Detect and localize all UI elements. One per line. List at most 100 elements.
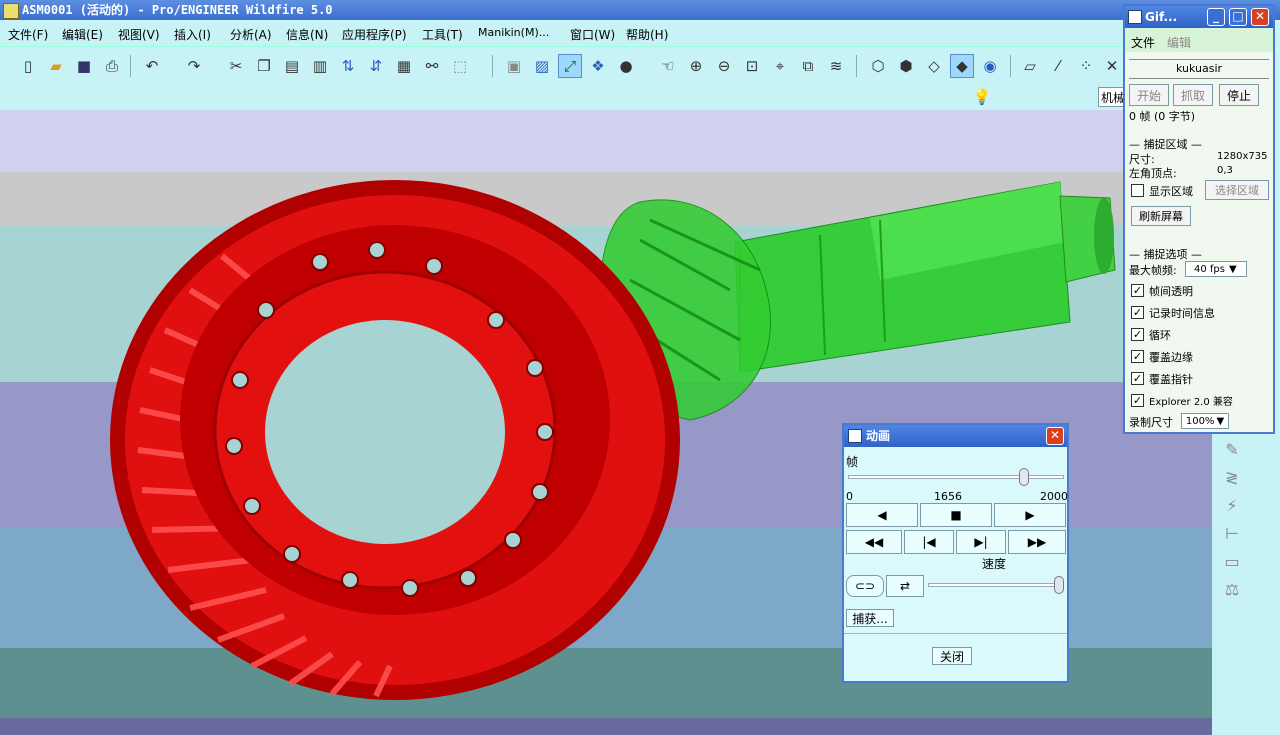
option-checkbox-2[interactable]: ✓	[1131, 328, 1144, 341]
show-area-checkbox[interactable]	[1131, 184, 1144, 197]
menu-edit[interactable]: 编辑(E)	[62, 26, 103, 43]
saved-views-icon[interactable]: ❖	[586, 54, 610, 78]
minimize-icon[interactable]: _	[1207, 8, 1225, 26]
datum-point-icon[interactable]: ⁘	[1074, 54, 1098, 78]
fast-forward-button[interactable]: ▶▶	[1008, 530, 1066, 554]
app-icon	[3, 3, 19, 19]
loop-mode-button[interactable]: ⊂⊃	[846, 575, 884, 597]
menu-file[interactable]: 文件(F)	[8, 26, 48, 43]
maximize-icon[interactable]: □	[1229, 8, 1247, 26]
play-backward-button[interactable]: ◀	[846, 503, 918, 527]
zoom-in-icon[interactable]: ⊕	[684, 54, 708, 78]
spring-icon[interactable]: ≷	[1220, 468, 1244, 492]
gif-menu-file[interactable]: 文件	[1131, 34, 1155, 51]
frame-max-label: 2000	[1040, 490, 1068, 503]
no-hidden-icon[interactable]: ◇	[922, 54, 946, 78]
record-size-select[interactable]: 100% ▼	[1181, 413, 1229, 429]
option-checkbox-4[interactable]: ✓	[1131, 372, 1144, 385]
paste-special-icon[interactable]: ▥	[308, 54, 332, 78]
named-views-icon[interactable]: ⧉	[796, 54, 820, 78]
cut-icon[interactable]: ✂	[224, 54, 248, 78]
menu-manikin[interactable]: Manikin(M)...	[478, 26, 549, 39]
motor-icon[interactable]: ⚡	[1220, 496, 1244, 520]
stop-button[interactable]: ■	[920, 503, 992, 527]
option-checkbox-0[interactable]: ✓	[1131, 284, 1144, 297]
datum-axis-icon[interactable]: ⁄	[1046, 54, 1070, 78]
menu-insert[interactable]: 插入(I)	[174, 26, 211, 43]
divider	[844, 633, 1067, 634]
sketch-icon[interactable]: ▨	[530, 54, 554, 78]
new-file-icon[interactable]: ▯	[16, 54, 40, 78]
gif-close-icon[interactable]: ✕	[1251, 8, 1269, 26]
option-label-0: 帧间透明	[1149, 285, 1193, 298]
paste-icon[interactable]: ▤	[280, 54, 304, 78]
capture-area-title-text: 捕捉区域	[1143, 138, 1188, 151]
undo-icon[interactable]: ↶	[140, 54, 164, 78]
copy-icon[interactable]: ❐	[252, 54, 276, 78]
pattern-icon[interactable]: ▦	[392, 54, 416, 78]
option-checkbox-3[interactable]: ✓	[1131, 350, 1144, 363]
option-checkbox-5[interactable]: ✓	[1131, 394, 1144, 407]
origin-value: 0,3	[1217, 165, 1233, 176]
max-fps-select[interactable]: 40 fps ▼	[1185, 261, 1247, 277]
menu-tools[interactable]: 工具(T)	[422, 26, 463, 43]
step-back-button[interactable]: |◀	[904, 530, 954, 554]
refresh-screen-button[interactable]: 刷新屏幕	[1131, 206, 1191, 226]
light-bulb-icon[interactable]: 💡	[970, 85, 994, 109]
grab-label: 抓取	[1180, 88, 1205, 103]
pan-hand-icon[interactable]: ☜	[656, 54, 680, 78]
refit-icon[interactable]: ⊡	[740, 54, 764, 78]
play-forward-button[interactable]: ▶	[994, 503, 1066, 527]
capture-options-title: — 捕捉选项 —	[1129, 248, 1202, 261]
frame-slider-thumb[interactable]	[1018, 468, 1029, 486]
select-box-icon[interactable]: ⬚	[448, 54, 472, 78]
start-button[interactable]: 开始	[1129, 84, 1169, 106]
step-forward-button[interactable]: ▶|	[956, 530, 1006, 554]
regenerate-manager-icon[interactable]: ⇵	[364, 54, 388, 78]
grab-button[interactable]: 抓取	[1173, 84, 1213, 106]
frame-slider-track[interactable]	[848, 475, 1064, 479]
close-button[interactable]: 关闭	[932, 647, 972, 665]
wireframe-icon[interactable]: ⬡	[866, 54, 890, 78]
find-icon[interactable]: ⚯	[420, 54, 444, 78]
capture-button[interactable]: 捕获...	[846, 609, 894, 627]
menu-info[interactable]: 信息(N)	[286, 26, 328, 43]
zoom-out-icon[interactable]: ⊖	[712, 54, 736, 78]
joint-icon[interactable]: ⊢	[1220, 524, 1244, 548]
option-checkbox-1[interactable]: ✓	[1131, 306, 1144, 319]
menu-help[interactable]: 帮助(H)	[626, 26, 668, 43]
save-icon[interactable]: ■	[72, 54, 96, 78]
gif-menu-edit[interactable]: 编辑	[1167, 34, 1191, 51]
redo-icon[interactable]: ↷	[182, 54, 206, 78]
spin-center-icon[interactable]: ⤢	[558, 54, 582, 78]
reverse-mode-button[interactable]: ⇄	[886, 575, 924, 597]
hidden-line-icon[interactable]: ⬢	[894, 54, 918, 78]
menu-view[interactable]: 视图(V)	[118, 26, 160, 43]
appearance-icon[interactable]: ◉	[978, 54, 1002, 78]
open-folder-icon[interactable]: ▰	[44, 54, 68, 78]
stop-capture-button[interactable]: 停止	[1219, 84, 1259, 106]
rewind-button[interactable]: ◀◀	[846, 530, 902, 554]
regenerate-icon[interactable]: ⇅	[336, 54, 360, 78]
option-label-5: Explorer 2.0 兼容	[1149, 397, 1233, 408]
menu-bar: 文件(F) 编辑(E) 视图(V) 插入(I) 分析(A) 信息(N) 应用程序…	[0, 20, 1125, 46]
menu-window[interactable]: 窗口(W)	[570, 26, 615, 43]
coordinate-system-icon[interactable]: ✕	[1100, 54, 1124, 78]
datum-plane-icon[interactable]: ▱	[1018, 54, 1042, 78]
damper-icon[interactable]: ▭	[1220, 552, 1244, 576]
select-area-button[interactable]: 选择区域	[1205, 180, 1269, 200]
window-icon[interactable]: ▣	[502, 54, 526, 78]
layers-icon[interactable]: ≋	[824, 54, 848, 78]
speed-slider-thumb[interactable]	[1054, 576, 1064, 594]
reorient-icon[interactable]: ⌖	[768, 54, 792, 78]
mass-properties-icon[interactable]: ⚖	[1220, 580, 1244, 604]
speed-slider-track[interactable]	[928, 583, 1064, 587]
shaded-icon[interactable]: ◆	[950, 54, 974, 78]
pencil-icon[interactable]: ✎	[1220, 440, 1244, 464]
print-icon[interactable]: ⎙	[100, 54, 124, 78]
menu-analysis[interactable]: 分析(A)	[230, 26, 272, 43]
animation-close-icon[interactable]: ✕	[1046, 427, 1064, 445]
menu-applications[interactable]: 应用程序(P)	[342, 26, 407, 43]
shading-icon[interactable]: ●	[614, 54, 638, 78]
size-value: 1280x735	[1217, 151, 1268, 162]
